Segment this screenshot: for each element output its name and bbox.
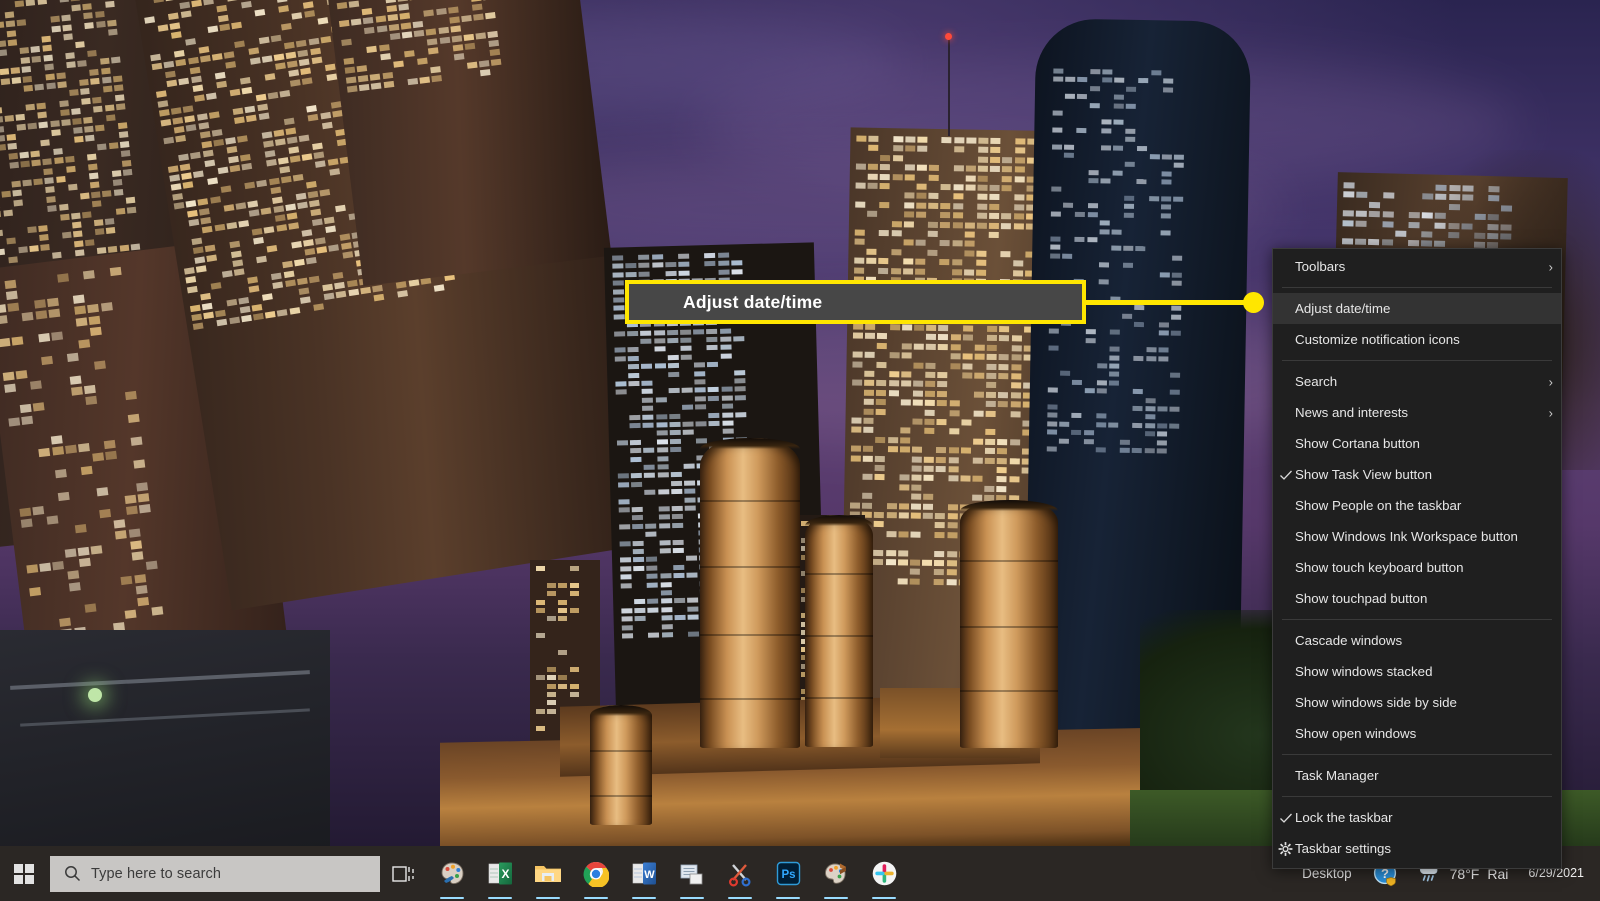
slack-app[interactable] [860, 846, 908, 901]
scissors-icon [727, 861, 753, 887]
walkway-left [0, 630, 330, 846]
menu-item-label: Search [1295, 374, 1337, 389]
svg-text:W: W [644, 869, 655, 881]
callout-connector-dot [1243, 292, 1264, 313]
menu-item-show-people-on-the-taskbar[interactable]: Show People on the taskbar [1273, 490, 1561, 521]
task-view-button[interactable] [380, 846, 428, 901]
menu-separator [1282, 754, 1552, 755]
menu-item-news-and-interests[interactable]: News and interests › [1273, 397, 1561, 428]
menu-item-show-windows-stacked[interactable]: Show windows stacked [1273, 656, 1561, 687]
streetlight-glow [88, 688, 102, 702]
menu-item-show-task-view-button[interactable]: Show Task View button [1273, 459, 1561, 490]
menu-item-label: Show windows side by side [1295, 695, 1457, 710]
word-app[interactable]: W [620, 846, 668, 901]
start-button[interactable] [0, 846, 48, 901]
menu-item-customize-notification-icons[interactable]: Customize notification icons [1273, 324, 1561, 355]
menu-item-label: Show touch keyboard button [1295, 560, 1464, 575]
snipping-tool-app[interactable] [716, 846, 764, 901]
menu-item-search[interactable]: Search › [1273, 366, 1561, 397]
check-icon [1279, 811, 1293, 825]
menu-item-adjust-date-time[interactable]: Adjust date/time [1273, 293, 1561, 324]
menu-item-label: Taskbar settings [1295, 841, 1391, 856]
folder-icon [534, 862, 562, 886]
sticky-notes-icon [679, 862, 705, 886]
chevron-right-icon: › [1549, 375, 1553, 388]
menu-item-label: Show People on the taskbar [1295, 498, 1461, 513]
callout-label: Adjust date/time [683, 292, 822, 313]
chevron-right-icon: › [1549, 260, 1553, 273]
menu-item-label: Customize notification icons [1295, 332, 1460, 347]
chevron-right-icon: › [1549, 406, 1553, 419]
menu-item-label: News and interests [1295, 405, 1408, 420]
search-placeholder: Type here to search [91, 866, 221, 882]
menu-item-lock-the-taskbar[interactable]: Lock the taskbar [1273, 802, 1561, 833]
menu-item-label: Lock the taskbar [1295, 810, 1393, 825]
fountain-cylinder-tall-left [700, 438, 800, 748]
svg-text:X: X [501, 867, 509, 881]
antenna [948, 36, 950, 136]
menu-item-taskbar-settings[interactable]: Taskbar settings [1273, 833, 1561, 864]
svg-text:Ps: Ps [781, 869, 795, 881]
callout-adjust-date-time: Adjust date/time [625, 280, 1086, 324]
desktop-screen: Toolbars › Adjust date/time Customize notif… [0, 0, 1600, 901]
menu-item-task-manager[interactable]: Task Manager [1273, 760, 1561, 791]
photoshop-icon: Ps [776, 861, 801, 886]
sticky-notes-app[interactable] [668, 846, 716, 901]
menu-item-show-touch-keyboard-button[interactable]: Show touch keyboard button [1273, 552, 1561, 583]
excel-icon: X [488, 861, 513, 886]
photoshop-app[interactable]: Ps [764, 846, 812, 901]
menu-item-show-windows-side-by-side[interactable]: Show windows side by side [1273, 687, 1561, 718]
windows-logo-icon [14, 864, 34, 884]
menu-item-toolbars[interactable]: Toolbars › [1273, 251, 1561, 282]
menu-item-label: Cascade windows [1295, 633, 1402, 648]
chrome-app[interactable] [572, 846, 620, 901]
menu-item-label: Adjust date/time [1295, 301, 1390, 316]
file-explorer-app[interactable] [524, 846, 572, 901]
gear-icon [1278, 841, 1293, 856]
menu-item-label: Toolbars [1295, 259, 1345, 274]
paint-app[interactable] [428, 846, 476, 901]
menu-separator [1282, 796, 1552, 797]
menu-item-label: Show Task View button [1295, 467, 1432, 482]
paint-palette-icon [439, 860, 466, 887]
menu-item-show-open-windows[interactable]: Show open windows [1273, 718, 1561, 749]
excel-app[interactable]: X [476, 846, 524, 901]
slack-icon [872, 861, 897, 886]
menu-item-cascade-windows[interactable]: Cascade windows [1273, 625, 1561, 656]
antenna-light [945, 33, 952, 40]
task-view-icon [392, 864, 416, 884]
word-icon: W [632, 861, 657, 886]
menu-item-label: Show open windows [1295, 726, 1416, 741]
check-icon [1279, 468, 1293, 482]
fountain-cylinder-far-left [590, 705, 652, 825]
menu-separator [1282, 619, 1552, 620]
menu-separator [1282, 360, 1552, 361]
menu-item-label: Show Windows Ink Workspace button [1295, 529, 1518, 544]
menu-item-label: Show Cortana button [1295, 436, 1420, 451]
menu-item-show-cortana-button[interactable]: Show Cortana button [1273, 428, 1561, 459]
menu-item-label: Show touchpad button [1295, 591, 1427, 606]
taskbar-context-menu[interactable]: Toolbars › Adjust date/time Customize notif… [1272, 248, 1562, 869]
menu-item-show-windows-ink-workspace-button[interactable]: Show Windows Ink Workspace button [1273, 521, 1561, 552]
search-icon [64, 865, 81, 882]
search-input[interactable]: Type here to search [50, 856, 380, 892]
fountain-cylinder-right [960, 500, 1058, 748]
paint-3d-icon [823, 861, 850, 887]
callout-connector-line [1086, 300, 1254, 305]
paint3d-app[interactable] [812, 846, 860, 901]
menu-separator [1282, 287, 1552, 288]
fountain-cylinder-middle [805, 515, 873, 747]
menu-item-label: Show windows stacked [1295, 664, 1432, 679]
menu-item-label: Task Manager [1295, 768, 1379, 783]
menu-item-show-touchpad-button[interactable]: Show touchpad button [1273, 583, 1561, 614]
chrome-icon [583, 861, 609, 887]
